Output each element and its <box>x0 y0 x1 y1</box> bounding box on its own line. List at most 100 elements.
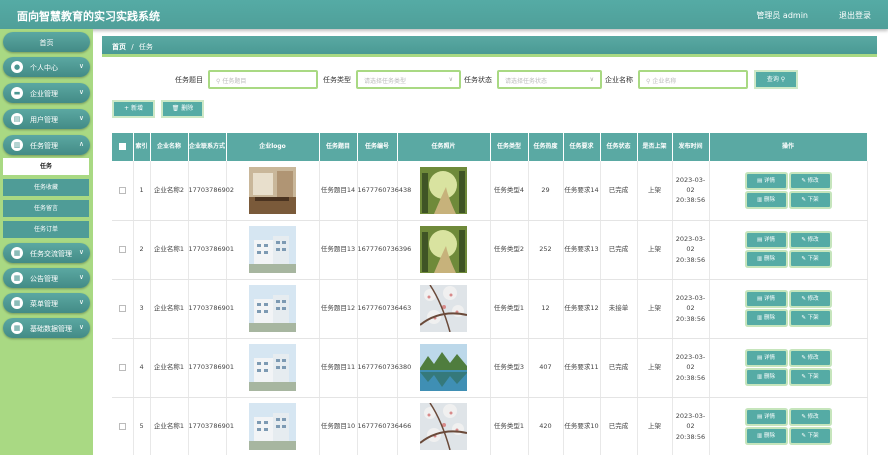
chevron-down-icon: ∨ <box>448 76 453 83</box>
breadcrumb: 首页 / 任务 <box>102 36 877 57</box>
row-delete-button[interactable]: ▥ 删除 <box>746 192 786 207</box>
users-icon: ▤ <box>11 113 23 125</box>
row-checkbox[interactable] <box>118 363 126 371</box>
breadcrumb-home[interactable]: 首页 <box>112 43 126 51</box>
table-row: 2 企业名称1 17703786901 任务题目13 1677760736396 任务类型… <box>112 220 868 280</box>
sidebar-subitem-task-orders[interactable]: 任务订单 <box>3 221 89 238</box>
row-delete-button[interactable]: ▥ 删除 <box>746 311 786 325</box>
index-cell: 2 <box>133 220 151 280</box>
task-photo-image <box>419 402 468 451</box>
task-title-input[interactable]: ⚲ 任务题目 <box>208 70 318 89</box>
task-status-select[interactable]: 请选择任务状态 ∨ <box>497 70 602 89</box>
sidebar-item-basic-data[interactable]: ▦ 基础数据管理 ∨ <box>3 318 90 338</box>
task-table: 索引 企业名称 企业联系方式 企业logo 任务题目 任务编号 任务照片 任务类… <box>112 133 868 455</box>
task-type-select[interactable]: 请选择任务类型 ∨ <box>356 70 461 89</box>
sidebar-item-task-exchange[interactable]: ▦ 任务交流管理 ∨ <box>3 243 90 263</box>
row-checkbox[interactable] <box>118 186 126 194</box>
offshelf-button[interactable]: ✎ 下架 <box>790 252 830 266</box>
detail-button[interactable]: ▤ 详情 <box>746 233 786 247</box>
sidebar-item-label: 任务交流管理 <box>30 250 72 258</box>
column-header: 发布时间 <box>672 133 710 161</box>
sidebar-item-label: 个人中心 <box>30 64 58 72</box>
query-button[interactable]: 查询 ⚲ <box>756 72 796 87</box>
edit-button[interactable]: ✎ 修改 <box>790 173 830 188</box>
sidebar-item-personal[interactable]: ● 个人中心 ∨ <box>3 57 90 77</box>
task-status-cell: 已完成 <box>600 338 638 398</box>
logo-cell <box>226 161 320 221</box>
task-title-cell: 任务题目10 <box>319 397 358 455</box>
trash-icon: ▥ <box>757 315 764 321</box>
detail-button[interactable]: ▤ 详情 <box>746 351 786 365</box>
row-delete-button[interactable]: ▥ 删除 <box>746 252 786 266</box>
doc-icon: ▤ <box>757 237 764 243</box>
row-select-cell <box>112 220 134 280</box>
search-field-company-name: 企业名称 ⚲ 企业名称 <box>605 70 750 89</box>
publish-time-cell: 2023-03-02 20:38:56 <box>672 161 710 221</box>
sidebar-subitem-task-favorites[interactable]: 任务收藏 <box>3 179 89 196</box>
sidebar-item-label: 菜单管理 <box>30 300 58 308</box>
row-delete-button[interactable]: ▥ 删除 <box>746 429 786 443</box>
company-name-input[interactable]: ⚲ 企业名称 <box>638 70 748 89</box>
select-all-checkbox[interactable] <box>118 143 126 151</box>
detail-button[interactable]: ▤ 详情 <box>746 292 786 306</box>
row-checkbox[interactable] <box>118 245 126 253</box>
edit-button[interactable]: ✎ 修改 <box>790 410 830 424</box>
column-header: 任务状态 <box>600 133 638 161</box>
sidebar-item-tasks[interactable]: ▥ 任务管理 ∧ <box>3 135 90 155</box>
offshelf-button[interactable]: ✎ 下架 <box>790 429 830 443</box>
row-delete-button[interactable]: ▥ 删除 <box>746 370 786 384</box>
detail-button[interactable]: ▤ 详情 <box>746 173 786 188</box>
shelf-status-cell: 上架 <box>637 397 673 455</box>
actions-cell: ▤ 详情 ✎ 修改 ▥ 删除 ✎ 下架 <box>709 220 868 280</box>
company-logo-image <box>249 226 296 273</box>
logout-link[interactable]: 退出登录 <box>839 10 871 21</box>
table-row: 5 企业名称1 17703786901 任务题目10 1677760736466 任务类型… <box>112 397 868 455</box>
doc-icon: ▤ <box>757 296 764 302</box>
offshelf-button[interactable]: ✎ 下架 <box>790 192 830 207</box>
doc-icon: ▤ <box>757 414 764 420</box>
delete-button[interactable]: 🗑 删除 <box>163 102 202 116</box>
index-cell: 4 <box>133 338 151 398</box>
edit-button[interactable]: ✎ 修改 <box>790 351 830 365</box>
offshelf-button[interactable]: ✎ 下架 <box>790 370 830 384</box>
sidebar-item-menus[interactable]: ▦ 菜单管理 ∨ <box>3 293 90 313</box>
edit-button[interactable]: ✎ 修改 <box>790 233 830 247</box>
column-header: 任务类型 <box>490 133 529 161</box>
phone-cell: 17703786902 <box>188 161 234 221</box>
table-header-row: 索引 企业名称 企业联系方式 企业logo 任务题目 任务编号 任务照片 任务类… <box>112 133 868 161</box>
add-button[interactable]: + 新增 <box>114 102 153 116</box>
trash-icon: ▥ <box>757 256 764 262</box>
edit-button[interactable]: ✎ 修改 <box>790 292 830 306</box>
sidebar-subitem-task[interactable]: 任务 <box>3 158 89 175</box>
doc-icon: ▤ <box>757 355 764 361</box>
actions-cell: ▤ 详情 ✎ 修改 ▥ 删除 ✎ 下架 <box>709 279 868 339</box>
task-number-cell: 1677760736396 <box>357 220 411 280</box>
actions-cell: ▤ 详情 ✎ 修改 ▥ 删除 ✎ 下架 <box>709 338 868 398</box>
chevron-down-icon: ∨ <box>78 88 84 96</box>
app-title: 面向智慧教育的实习实践系统 <box>17 10 160 23</box>
task-requirement-cell: 任务要求14 <box>563 161 601 221</box>
task-photo-image <box>420 166 467 214</box>
sidebar-item-home[interactable]: 首页 <box>3 32 90 52</box>
sidebar-subitem-task-messages[interactable]: 任务留言 <box>3 200 89 217</box>
detail-button[interactable]: ▤ 详情 <box>746 410 786 424</box>
column-header: 任务题目 <box>319 133 358 161</box>
chevron-up-icon: ∧ <box>78 140 84 148</box>
row-checkbox[interactable] <box>118 304 126 312</box>
index-cell: 3 <box>133 279 151 339</box>
row-select-cell <box>112 338 134 398</box>
row-checkbox[interactable] <box>118 422 126 430</box>
task-requirement-cell: 任务要求11 <box>563 338 601 398</box>
field-label: 任务状态 <box>464 76 492 84</box>
task-status-cell: 已完成 <box>600 161 638 221</box>
publish-time-cell: 2023-03-02 20:38:56 <box>672 338 710 398</box>
offshelf-button[interactable]: ✎ 下架 <box>790 311 830 325</box>
column-header: 任务编号 <box>357 133 398 161</box>
sidebar-item-notices[interactable]: ▦ 公告管理 ∨ <box>3 268 90 288</box>
sidebar-item-users[interactable]: ▤ 用户管理 ∨ <box>3 109 90 129</box>
column-header: 企业名称 <box>150 133 189 161</box>
task-requirement-cell: 任务要求12 <box>563 279 601 339</box>
chevron-down-icon: ∨ <box>78 114 84 122</box>
field-label: 任务类型 <box>323 76 351 84</box>
sidebar-item-company[interactable]: ▬ 企业管理 ∨ <box>3 83 90 103</box>
